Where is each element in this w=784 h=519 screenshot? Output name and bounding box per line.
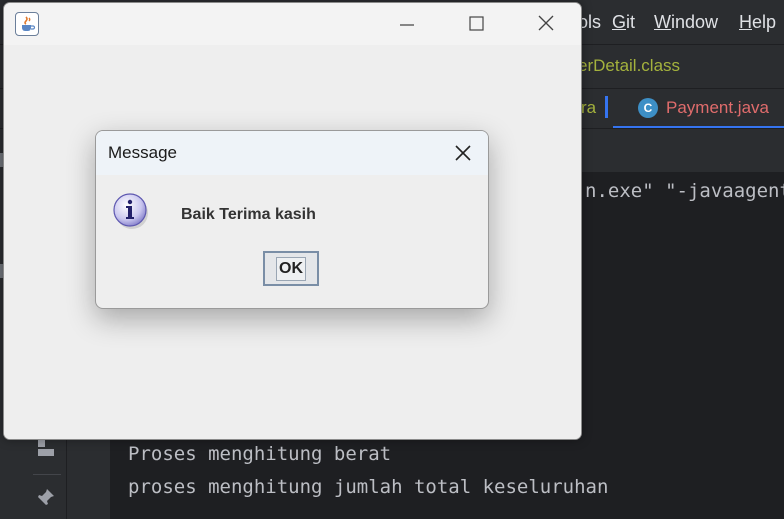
info-icon (111, 191, 151, 231)
close-icon[interactable] (526, 7, 566, 41)
menu-item-window[interactable]: Window (654, 12, 718, 33)
dialog-message: Baik Terima kasih (181, 206, 316, 223)
java-cup-icon (15, 12, 39, 36)
console-line: proses menghitung jumlah total keseluruh… (128, 476, 609, 498)
dialog-titlebar[interactable]: Message (96, 131, 488, 175)
menu-item-help[interactable]: Help (739, 12, 776, 33)
ok-button[interactable]: OK (263, 251, 319, 286)
menu-item-git[interactable]: Git (612, 12, 635, 33)
java-class-icon: C (638, 98, 658, 118)
message-dialog: Message Baik Terima kasih OK (95, 130, 489, 309)
frame-titlebar[interactable] (4, 3, 581, 45)
maximize-icon[interactable] (456, 7, 496, 41)
tab-payment-java[interactable]: C Payment.java (628, 88, 769, 128)
breadcrumb[interactable]: erDetail.class (578, 56, 680, 76)
minimize-icon[interactable] (387, 7, 427, 41)
pin-icon[interactable] (36, 487, 56, 507)
close-icon[interactable] (446, 139, 480, 167)
tab-label: Payment.java (666, 98, 769, 117)
dialog-title: Message (108, 143, 177, 162)
console-line: n.exe" "-javaagent (585, 180, 784, 202)
tab-partial-label[interactable]: ra (581, 98, 596, 118)
gutter-divider (33, 474, 61, 475)
tab-split-marker (605, 96, 608, 118)
layout-icon[interactable] (36, 438, 56, 458)
console-line: Proses menghitung berat (128, 443, 392, 465)
ok-button-label: OK (276, 256, 306, 281)
